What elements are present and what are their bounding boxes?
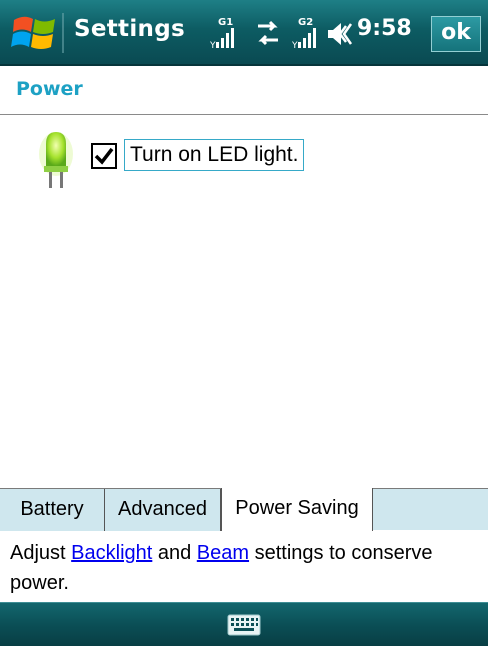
description-prefix: Adjust bbox=[10, 542, 72, 564]
windows-start-icon[interactable] bbox=[10, 10, 58, 56]
signal-g1-label: G1 bbox=[218, 17, 233, 28]
tab-strip: Battery Advanced Power Saving bbox=[0, 488, 488, 531]
backlight-link[interactable]: Backlight bbox=[71, 542, 152, 564]
beam-link[interactable]: Beam bbox=[197, 542, 249, 564]
volume-icon bbox=[328, 23, 353, 45]
page-header: Power bbox=[0, 68, 488, 115]
title-bar: Settings G1 Y G2 Y 9:58 ok bbox=[0, 0, 488, 66]
page-title: Power bbox=[16, 78, 83, 100]
app-title: Settings bbox=[74, 16, 185, 42]
svg-text:Y: Y bbox=[209, 41, 216, 51]
tab-battery[interactable]: Battery bbox=[0, 489, 105, 531]
description-middle: and bbox=[152, 542, 197, 564]
description-text: Adjust Backlight and Beam settings to co… bbox=[10, 538, 480, 598]
tab-advanced[interactable]: Advanced bbox=[105, 489, 221, 531]
ok-button[interactable]: ok bbox=[431, 16, 481, 52]
led-light-label[interactable]: Turn on LED light. bbox=[124, 139, 305, 171]
clock[interactable]: 9:58 bbox=[357, 16, 412, 41]
title-separator bbox=[62, 13, 64, 53]
data-transfer-icon bbox=[258, 20, 278, 46]
signal-g1-icon: G1 Y bbox=[209, 17, 234, 51]
svg-text:Y: Y bbox=[291, 41, 298, 51]
tab-power-saving[interactable]: Power Saving bbox=[221, 488, 373, 531]
checkmark-icon bbox=[94, 147, 114, 165]
header-divider bbox=[0, 114, 488, 115]
led-light-checkbox[interactable] bbox=[91, 143, 117, 169]
bottom-bar bbox=[0, 602, 488, 646]
signal-g2-icon: G2 Y bbox=[291, 17, 316, 51]
keyboard-icon[interactable] bbox=[222, 611, 266, 639]
led-light-icon bbox=[36, 126, 76, 190]
signal-g2-label: G2 bbox=[298, 17, 313, 28]
